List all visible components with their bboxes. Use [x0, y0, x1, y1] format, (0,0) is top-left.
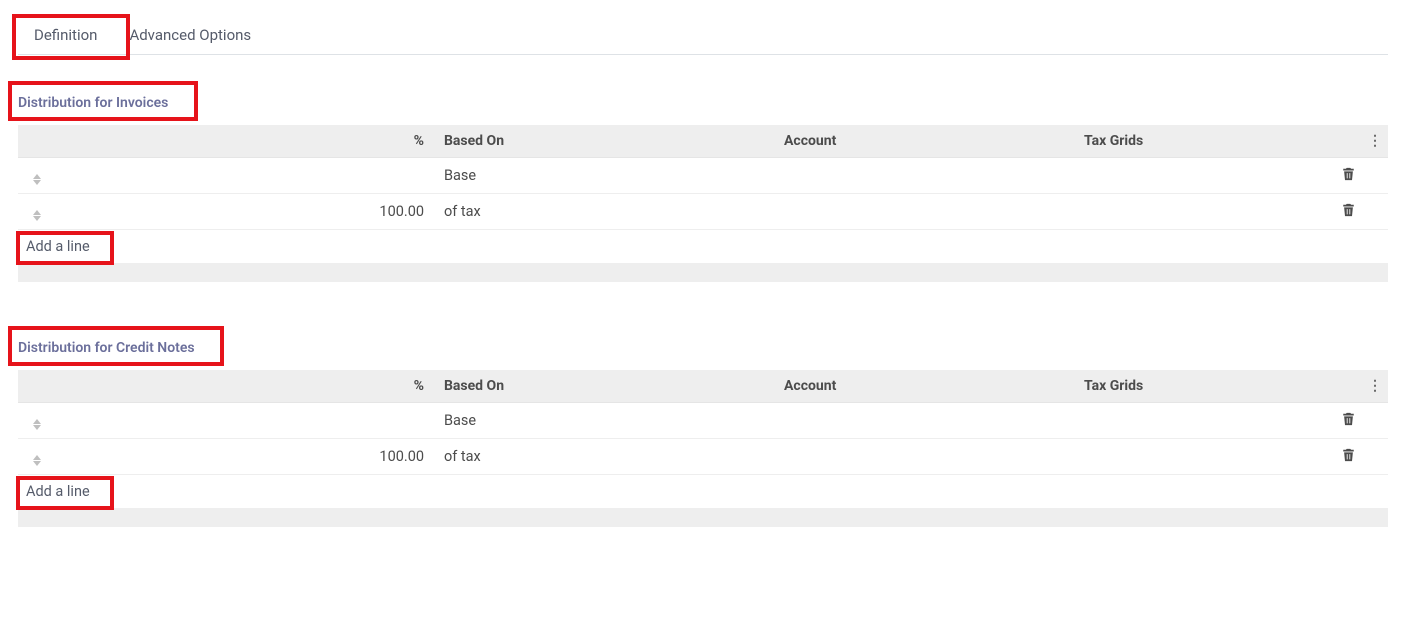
col-trash — [1330, 125, 1366, 158]
cell-based-on[interactable]: Base — [436, 158, 776, 194]
cell-based-on[interactable]: of tax — [436, 439, 776, 475]
tab-definition[interactable]: Definition — [18, 16, 113, 54]
table-header: % Based On Account Tax Grids ⋮ — [18, 370, 1388, 403]
add-line-label: Add a line — [26, 483, 90, 500]
table-row[interactable]: Base — [18, 403, 1388, 439]
col-handle — [18, 125, 56, 158]
trash-icon — [1342, 203, 1355, 217]
trash-icon — [1342, 167, 1355, 181]
drag-handle-icon[interactable] — [26, 210, 48, 221]
tab-advanced-options[interactable]: Advanced Options — [113, 16, 267, 54]
section-distribution-credit-notes: Distribution for Credit Notes % Based On… — [18, 340, 1388, 527]
cell-percent[interactable]: 100.00 — [56, 194, 436, 230]
section-title-invoices: Distribution for Invoices — [18, 95, 168, 111]
col-tax-grids[interactable]: Tax Grids — [1076, 125, 1330, 158]
col-trash — [1330, 370, 1366, 403]
col-handle — [18, 370, 56, 403]
col-percent[interactable]: % — [56, 370, 436, 403]
table-invoices: % Based On Account Tax Grids ⋮ Base — [18, 125, 1388, 264]
cell-based-on[interactable]: of tax — [436, 194, 776, 230]
table-row[interactable]: Base — [18, 158, 1388, 194]
cell-tax-grids[interactable] — [1076, 403, 1330, 439]
col-based-on[interactable]: Based On — [436, 370, 776, 403]
cell-account[interactable] — [776, 158, 1076, 194]
cell-tax-grids[interactable] — [1076, 158, 1330, 194]
section-title-credit-notes: Distribution for Credit Notes — [18, 340, 195, 356]
cell-percent[interactable]: 100.00 — [56, 439, 436, 475]
delete-row-button[interactable] — [1330, 439, 1366, 475]
col-based-on[interactable]: Based On — [436, 125, 776, 158]
add-line-label: Add a line — [26, 238, 90, 255]
table-row[interactable]: 100.00 of tax — [18, 439, 1388, 475]
section-title-credit-notes-wrap: Distribution for Credit Notes — [18, 340, 195, 356]
add-line-row: Add a line — [18, 230, 1388, 264]
drag-handle-icon[interactable] — [26, 174, 48, 185]
cell-account[interactable] — [776, 439, 1076, 475]
kebab-icon[interactable]: ⋮ — [1368, 378, 1382, 394]
cell-account[interactable] — [776, 194, 1076, 230]
table-footer-bar — [18, 509, 1388, 527]
col-percent[interactable]: % — [56, 125, 436, 158]
add-line-button[interactable]: Add a line — [26, 238, 90, 255]
delete-row-button[interactable] — [1330, 194, 1366, 230]
table-header: % Based On Account Tax Grids ⋮ — [18, 125, 1388, 158]
tabs-bar: Definition Advanced Options — [18, 16, 1388, 55]
drag-handle-icon[interactable] — [26, 419, 48, 430]
section-title-invoices-wrap: Distribution for Invoices — [18, 95, 168, 111]
cell-account[interactable] — [776, 403, 1076, 439]
col-tax-grids[interactable]: Tax Grids — [1076, 370, 1330, 403]
kebab-icon[interactable]: ⋮ — [1368, 133, 1382, 149]
delete-row-button[interactable] — [1330, 158, 1366, 194]
section-distribution-invoices: Distribution for Invoices % Based On Acc… — [18, 95, 1388, 282]
col-account[interactable]: Account — [776, 370, 1076, 403]
trash-icon — [1342, 412, 1355, 426]
table-row[interactable]: 100.00 of tax — [18, 194, 1388, 230]
add-line-row: Add a line — [18, 475, 1388, 509]
cell-based-on[interactable]: Base — [436, 403, 776, 439]
table-footer-bar — [18, 264, 1388, 282]
cell-percent[interactable] — [56, 403, 436, 439]
col-account[interactable]: Account — [776, 125, 1076, 158]
cell-percent[interactable] — [56, 158, 436, 194]
table-credit-notes: % Based On Account Tax Grids ⋮ Base — [18, 370, 1388, 509]
col-menu[interactable]: ⋮ — [1366, 125, 1388, 158]
delete-row-button[interactable] — [1330, 403, 1366, 439]
drag-handle-icon[interactable] — [26, 455, 48, 466]
cell-tax-grids[interactable] — [1076, 194, 1330, 230]
cell-tax-grids[interactable] — [1076, 439, 1330, 475]
col-menu[interactable]: ⋮ — [1366, 370, 1388, 403]
trash-icon — [1342, 448, 1355, 462]
add-line-button[interactable]: Add a line — [26, 483, 90, 500]
